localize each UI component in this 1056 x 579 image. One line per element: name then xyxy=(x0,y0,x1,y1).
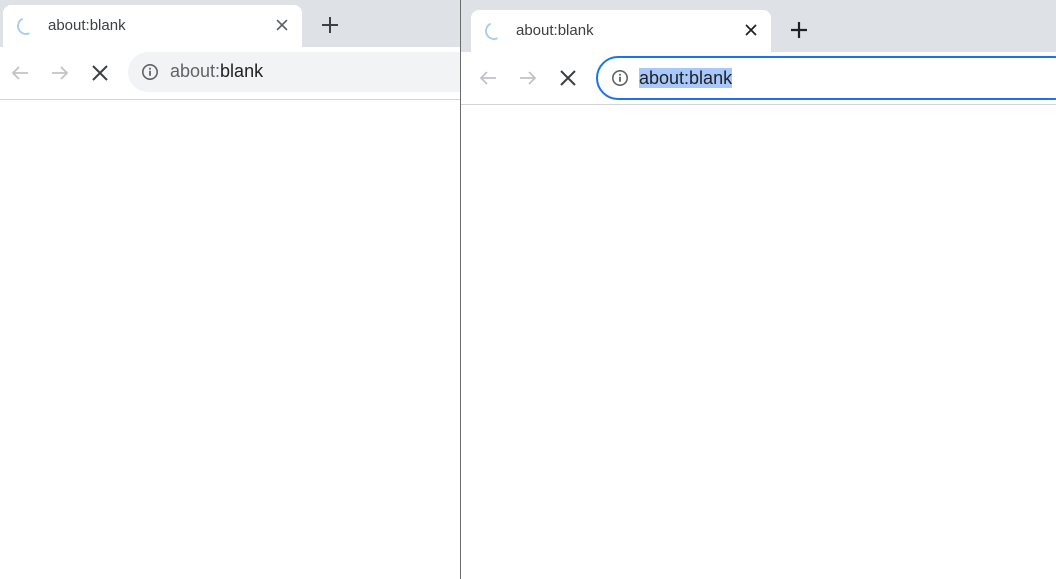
close-icon[interactable] xyxy=(274,17,290,33)
address-text[interactable]: about:blank xyxy=(170,61,263,82)
loading-spinner-icon xyxy=(482,19,506,43)
browser-window-background: about:blank about:blank xyxy=(0,0,470,579)
loading-spinner-icon xyxy=(14,14,38,38)
tab-title: about:blank xyxy=(516,22,594,39)
browser-window-foreground: about:blank about:blank xyxy=(460,0,1056,579)
forward-arrow-icon[interactable] xyxy=(517,67,539,89)
tab-strip: about:blank xyxy=(0,0,470,47)
tab-about-blank[interactable]: about:blank xyxy=(471,10,771,52)
back-arrow-icon[interactable] xyxy=(477,67,499,89)
plus-icon[interactable] xyxy=(319,14,341,36)
toolbar: about:blank xyxy=(461,52,1056,105)
info-icon[interactable] xyxy=(141,63,159,81)
url-scheme: about: xyxy=(170,61,221,81)
address-text[interactable]: about:blank xyxy=(639,68,733,89)
plus-icon[interactable] xyxy=(788,19,810,41)
address-bar[interactable]: about:blank xyxy=(128,52,470,92)
info-icon[interactable] xyxy=(611,69,629,87)
address-bar-focused[interactable]: about:blank xyxy=(596,56,1056,100)
stop-x-icon[interactable] xyxy=(557,67,579,89)
back-arrow-icon[interactable] xyxy=(9,62,31,84)
tab-title: about:blank xyxy=(48,17,126,34)
forward-arrow-icon[interactable] xyxy=(49,62,71,84)
url-host: blank xyxy=(220,61,264,81)
tab-strip: about:blank xyxy=(461,0,1056,52)
selected-url-text: about:blank xyxy=(639,68,733,88)
tab-about-blank[interactable]: about:blank xyxy=(3,5,302,47)
stop-x-icon[interactable] xyxy=(89,62,111,84)
toolbar: about:blank xyxy=(0,47,470,100)
close-icon[interactable] xyxy=(743,22,759,38)
